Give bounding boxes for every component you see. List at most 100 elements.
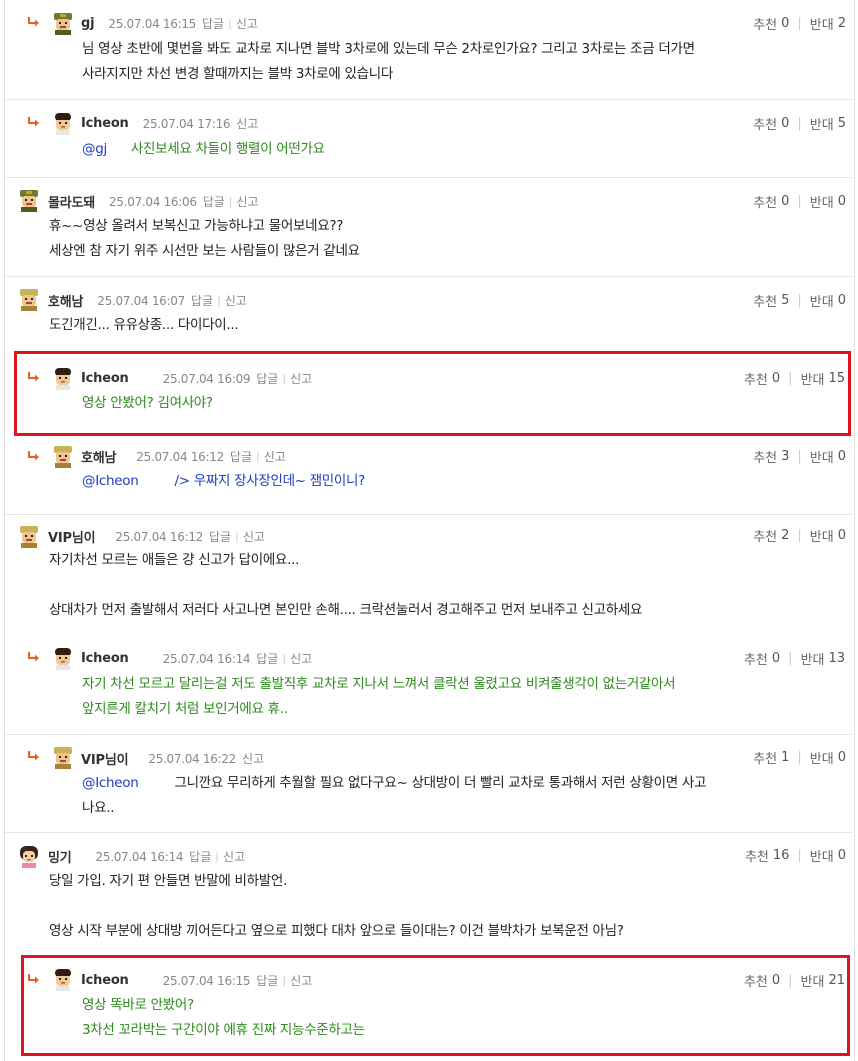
upvote-button[interactable]: 추천	[753, 748, 777, 767]
upvote-button[interactable]: 추천	[753, 14, 777, 33]
comment-author[interactable]: Icheon	[81, 116, 129, 131]
comment-text: 영상 시작 부분에 상대방 끼어든다고 옆으로 피했다 대차 앞으로 들이대는?…	[49, 923, 624, 939]
reply-button[interactable]: 답글	[189, 848, 211, 865]
reply-button[interactable]: 답글	[256, 650, 278, 667]
report-button[interactable]: 신고	[225, 292, 247, 309]
report-button[interactable]: 신고	[223, 848, 245, 865]
mention-link[interactable]: @Icheon	[82, 473, 139, 489]
upvote-count: 0	[781, 194, 790, 209]
downvote-button[interactable]: 반대	[810, 192, 834, 211]
comment-text: 나요..	[82, 800, 115, 816]
reply-button[interactable]: 답글	[203, 193, 225, 210]
downvote-count: 13	[828, 651, 845, 666]
upvote-button[interactable]: 추천	[753, 447, 777, 466]
reply-arrow-icon	[27, 117, 40, 128]
comment-item: 몰라도돼 25.07.04 16:06 답글 | 신고 추천 0 | 반대 0 휴~~영…	[5, 177, 852, 277]
comment-author[interactable]: 몰라도돼	[48, 192, 95, 211]
comment-text: 님 영상 초반에 몇번을 봐도 교차로 지나면 블박 3차로에 있는데 무슨 2…	[82, 41, 695, 57]
comment-item: VIP님이 25.07.04 16:22 신고 추천 1 | 반대 0 @Icheo…	[5, 734, 852, 833]
upvote-count: 0	[771, 651, 781, 666]
comment-item: 호해남 25.07.04 16:12 답글 | 신고 추천 3 | 반대 0 @Iche…	[5, 436, 852, 515]
reply-button[interactable]: 답글	[191, 292, 213, 309]
report-button[interactable]: 신고	[237, 193, 259, 210]
avatar[interactable]	[17, 287, 41, 311]
comment-item: 밍기 25.07.04 16:14 답글 | 신고 추천 16 | 반대 0 당일 가입…	[5, 832, 852, 955]
comment-item: Icheon 25.07.04 16:14 답글 | 신고 추천 0 | 반대 13 자…	[5, 636, 852, 734]
comment-date: 25.07.04 16:14	[95, 849, 184, 864]
downvote-count: 0	[837, 194, 846, 209]
upvote-button[interactable]: 추천	[753, 291, 777, 310]
downvote-count: 0	[837, 750, 846, 765]
comment-author[interactable]: 호해남	[81, 447, 116, 466]
report-button[interactable]: 신고	[236, 115, 258, 132]
avatar[interactable]	[51, 11, 75, 35]
avatar[interactable]	[51, 444, 75, 468]
comment-text: 당일 가입. 자기 편 안들면 반말에 비하발언.	[49, 873, 287, 889]
upvote-count: 2	[781, 528, 790, 543]
downvote-button[interactable]: 반대	[810, 291, 834, 310]
comment-author[interactable]: gj	[81, 16, 95, 31]
comment-text: 그니깐요 무리하게 추월할 필요 없다구요~ 상대방이 더 빨리 교차로 통과해…	[174, 775, 707, 791]
mention-link[interactable]: @gj	[82, 141, 107, 157]
comment-text: 상대차가 먼저 출발해서 저러다 사고나면 본인만 손해.... 크락션눌러서 …	[49, 602, 643, 618]
downvote-count: 0	[837, 449, 846, 464]
avatar[interactable]	[17, 844, 41, 868]
report-button[interactable]: 신고	[236, 15, 258, 32]
downvote-button[interactable]: 반대	[810, 447, 834, 466]
upvote-button[interactable]: 추천	[753, 192, 777, 211]
comment-author[interactable]: 호해남	[48, 291, 83, 310]
upvote-count: 1	[781, 750, 790, 765]
comment-text: 사진보세요 차들이 행렬이 어떤가요	[130, 141, 325, 157]
downvote-button[interactable]: 반대	[810, 14, 834, 33]
report-button[interactable]: 신고	[264, 448, 286, 465]
comment-author[interactable]: 밍기	[48, 847, 72, 866]
downvote-button[interactable]: 반대	[801, 649, 825, 668]
comment-date: 25.07.04 16:06	[109, 194, 197, 209]
avatar[interactable]	[17, 188, 41, 212]
avatar[interactable]	[51, 745, 75, 769]
comment-text: 도긴개긴... 유유상종... 다이다이...	[49, 317, 239, 333]
comment-date: 25.07.04 16:14	[162, 651, 251, 666]
upvote-button[interactable]: 추천	[753, 526, 777, 545]
comment-item: VIP님이 25.07.04 16:12 답글 | 신고 추천 2 | 반대 0 자기차…	[5, 514, 852, 637]
comment-text: 휴~~영상 올려서 보복신고 가능하냐고 물어보네요??	[49, 218, 344, 234]
downvote-count: 0	[837, 848, 846, 863]
upvote-button[interactable]: 추천	[745, 846, 769, 865]
downvote-button[interactable]: 반대	[810, 526, 834, 545]
comment-author[interactable]: Icheon	[81, 651, 129, 666]
downvote-button[interactable]: 반대	[810, 846, 834, 865]
upvote-count: 3	[781, 449, 790, 464]
downvote-button[interactable]: 반대	[810, 114, 834, 133]
downvote-button[interactable]: 반대	[810, 748, 834, 767]
report-button[interactable]: 신고	[242, 750, 264, 767]
comment-date: 25.07.04 17:16	[142, 116, 231, 131]
comment-text: /> 우짜지 장사장인데~ 잼민이니?	[174, 473, 366, 489]
reply-button[interactable]: 답글	[209, 528, 231, 545]
mention-link[interactable]: @Icheon	[82, 775, 139, 791]
report-button[interactable]: 신고	[290, 650, 312, 667]
comment-text	[49, 573, 642, 598]
reply-button[interactable]: 답글	[230, 448, 252, 465]
downvote-count: 2	[837, 16, 846, 31]
comment-text: 앞지른게 칼치기 처럼 보인거에요 휴..	[82, 701, 288, 717]
upvote-button[interactable]: 추천	[744, 649, 768, 668]
avatar[interactable]	[51, 111, 75, 135]
comment-date: 25.07.04 16:12	[115, 529, 203, 544]
upvote-count: 16	[772, 848, 790, 863]
comment-item: Icheon 25.07.04 17:16 신고 추천 0 | 반대 5 @gj 사진…	[5, 99, 852, 178]
comment-author[interactable]: VIP님이	[48, 527, 96, 546]
comment-author[interactable]: VIP님이	[81, 749, 129, 768]
upvote-button[interactable]: 추천	[753, 114, 777, 133]
downvote-count: 0	[837, 528, 846, 543]
comment-text	[49, 894, 624, 919]
reply-arrow-icon	[27, 751, 40, 762]
highlight-box	[21, 955, 850, 1056]
report-button[interactable]: 신고	[243, 528, 265, 545]
reply-arrow-icon	[27, 652, 40, 663]
avatar[interactable]	[51, 646, 75, 670]
comment-date: 25.07.04 16:07	[97, 293, 185, 308]
reply-button[interactable]: 답글	[202, 15, 224, 32]
comment-date: 25.07.04 16:15	[108, 16, 197, 31]
reply-arrow-icon	[27, 17, 40, 28]
avatar[interactable]	[17, 524, 41, 548]
